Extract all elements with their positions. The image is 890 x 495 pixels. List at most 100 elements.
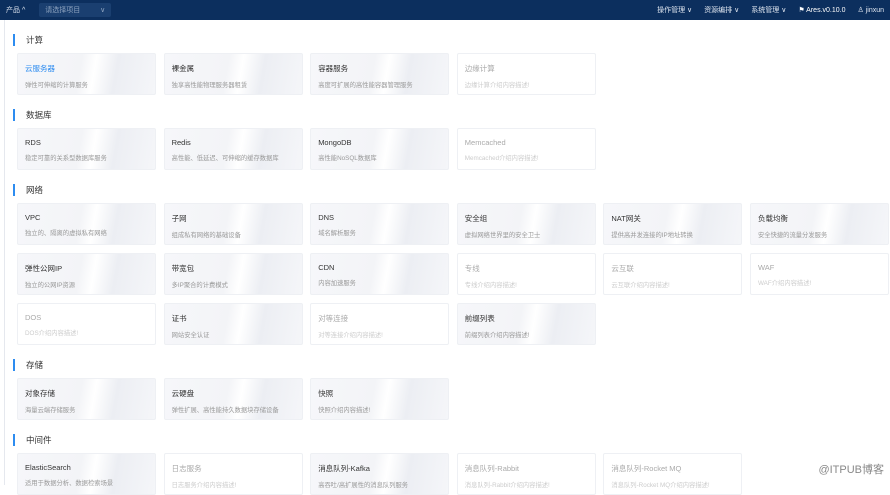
- product-card[interactable]: 证书 网站安全认证: [163, 303, 303, 345]
- card-title: 对等连接: [318, 314, 349, 323]
- product-card[interactable]: 对象存储海量云端存储服务: [17, 378, 156, 420]
- card-description: 边缘计算介绍内容描述!: [464, 82, 530, 89]
- card-description: 前缀列表介绍内容描述!: [464, 332, 530, 339]
- card-description: 多IP聚合的计费模式: [171, 282, 228, 289]
- user-menu[interactable]: ♙ jinxun: [857, 6, 884, 14]
- product-card[interactable]: DNS 域名解析服务: [310, 203, 450, 245]
- product-card[interactable]: NAT网关提供高并发连接的IP地址转换: [603, 203, 743, 245]
- card-title: 云服务器: [25, 64, 55, 73]
- product-card[interactable]: CDN 内容加速服务: [310, 253, 450, 295]
- product-card: DOS DOS介绍内容描述!: [17, 303, 156, 345]
- card-description: 海量云端存储服务: [25, 407, 76, 414]
- product-card[interactable]: 弹性公网IP 独立的公网IP资源: [17, 253, 156, 295]
- card-title: RDS: [25, 138, 41, 147]
- product-card[interactable]: 消息队列-Kafka 高吞吐/高扩展性的消息队列服务: [310, 453, 450, 495]
- menu-resource-orchestration[interactable]: 资源编排 ∨: [704, 5, 739, 15]
- card-title: Memcached: [464, 138, 506, 147]
- product-card[interactable]: 负载均衡安全快捷的流量分发服务: [749, 203, 889, 245]
- card-grid: RDS 稳定可靠的关系型数据库服务 Redis 高性能、低延迟、可伸缩的缓存数据库 Mo…: [17, 128, 890, 170]
- product-card: 云互联 云互联介绍内容描述!: [603, 253, 743, 295]
- card-grid: 云服务器 弹性可伸缩的计算服务 裸金属 独享高性能物理服务器租赁 容器服务 高度可扩展的高…: [17, 53, 890, 95]
- card-title: 云硬盘: [171, 389, 195, 398]
- card-description: 对等连接介绍内容描述!: [318, 332, 383, 339]
- product-card: 消息队列-Rabbit 消息队列-Rabbit介绍内容描述!: [456, 453, 596, 495]
- section-title: 中间件: [13, 433, 890, 447]
- product-card: 对等连接对等连接介绍内容描述!: [310, 303, 450, 345]
- chevron-down-icon: ∨: [100, 7, 106, 14]
- card-description: 稳定可靠的关系型数据库服务: [25, 155, 107, 162]
- card-title: 证书: [171, 314, 187, 323]
- product-card[interactable]: Redis 高性能、低延迟、可伸缩的缓存数据库: [163, 128, 303, 170]
- product-card[interactable]: RDS 稳定可靠的关系型数据库服务: [17, 128, 156, 170]
- product-card[interactable]: VPC 独立的、隔离的虚拟私有网络: [17, 203, 156, 245]
- card-title: 带宽包: [171, 264, 195, 273]
- card-grid: VPC 独立的、隔离的虚拟私有网络 子网 组成私有网络的基础设备 DNS 域名解析服务 安全…: [17, 203, 890, 345]
- project-select[interactable]: 请选择项目 ∨: [39, 3, 112, 17]
- card-title: 弹性公网IP: [25, 264, 63, 273]
- card-grid: ElasticSearch 适用于数据分析、数据检索场景 日志服务 日志服务介绍内容描…: [17, 453, 890, 495]
- product-card[interactable]: 容器服务高度可扩展的高性能容器管理服务: [310, 53, 450, 95]
- card-title: 消息队列-Kafka: [318, 464, 370, 473]
- card-title: Redis: [171, 138, 191, 147]
- menu-operations[interactable]: 操作管理 ∨: [657, 5, 692, 15]
- card-description: 虚拟网络世界里的安全卫士: [464, 232, 541, 239]
- section-title: 计算: [13, 33, 890, 47]
- card-title: WAF: [757, 263, 775, 272]
- card-grid: 对象存储 海量云端存储服务 云硬盘 弹性扩展、高性能持久数据块存储设备 快照 快照介绍内容…: [17, 378, 890, 420]
- product-card[interactable]: 裸金属独享高性能物理服务器租赁: [163, 53, 303, 95]
- card-title: 专线: [464, 264, 480, 273]
- product-card[interactable]: 云服务器 弹性可伸缩的计算服务: [17, 53, 156, 95]
- project-placeholder: 请选择项目: [45, 7, 81, 14]
- card-description: 独享高性能物理服务器租赁: [171, 82, 248, 89]
- menu-system[interactable]: 系统管理 ∨: [751, 5, 786, 15]
- card-description: 弹性扩展、高性能持久数据块存储设备: [171, 407, 279, 414]
- section-title: 网络: [13, 183, 890, 197]
- product-menu[interactable]: 产品 ^: [6, 5, 25, 15]
- card-title: DNS: [318, 213, 335, 222]
- card-description: DOS介绍内容描述!: [25, 330, 79, 337]
- product-card[interactable]: 前缀列表 前缀列表介绍内容描述!: [456, 303, 596, 345]
- product-card[interactable]: ElasticSearch 适用于数据分析、数据检索场景: [17, 453, 156, 495]
- product-card: WAF WAF介绍内容描述!: [749, 253, 889, 295]
- card-title: NAT网关: [611, 214, 641, 223]
- card-title: MongoDB: [318, 138, 352, 147]
- card-title: 容器服务: [318, 64, 349, 73]
- card-title: DOS: [25, 313, 42, 322]
- card-title: 边缘计算: [464, 64, 495, 73]
- card-description: 云互联介绍内容描述!: [611, 282, 670, 289]
- card-title: VPC: [25, 213, 41, 222]
- product-card[interactable]: MongoDB 高性能NoSQL数据库: [310, 128, 450, 170]
- card-title: 子网: [171, 214, 187, 223]
- card-description: 提供高并发连接的IP地址转换: [611, 232, 693, 239]
- top-navbar: 产品 ^ 请选择项目 ∨ 操作管理 ∨ 资源编排 ∨ 系统管理 ∨ ⚑ Ares.…: [0, 0, 890, 20]
- version-label: ⚑ Ares.v0.10.0: [798, 7, 846, 14]
- card-title: 对象存储: [25, 389, 55, 398]
- card-description: 独立的、隔离的虚拟私有网络: [25, 230, 107, 237]
- product-card: Memcached Memcached介绍内容描述!: [456, 128, 596, 170]
- product-card: 专线 专线介绍内容描述!: [456, 253, 596, 295]
- card-description: 安全快捷的流量分发服务: [757, 232, 828, 239]
- card-description: 高度可扩展的高性能容器管理服务: [318, 82, 413, 89]
- card-description: Memcached介绍内容描述!: [464, 155, 539, 162]
- card-title: 裸金属: [171, 64, 195, 73]
- product-catalog: 计算 云服务器 弹性可伸缩的计算服务 裸金属 独享高性能物理服务器租赁 容器服务 高度可扩展…: [4, 20, 890, 495]
- product-card[interactable]: 带宽包多IP聚合的计费模式: [163, 253, 303, 295]
- product-card[interactable]: 云硬盘弹性扩展、高性能持久数据块存储设备: [163, 378, 303, 420]
- product-card[interactable]: 安全组虚拟网络世界里的安全卫士: [456, 203, 596, 245]
- product-card[interactable]: 快照快照介绍内容描述!: [310, 378, 450, 420]
- card-description: 高性能NoSQL数据库: [318, 155, 377, 162]
- section-title: 数据库: [13, 108, 890, 122]
- product-card: 日志服务 日志服务介绍内容描述!: [163, 453, 303, 495]
- card-title: 快照: [318, 389, 334, 398]
- product-card[interactable]: 子网组成私有网络的基础设备: [163, 203, 303, 245]
- watermark: @ITPUB博客: [818, 464, 884, 476]
- card-description: 组成私有网络的基础设备: [171, 232, 241, 239]
- card-title: 负载均衡: [757, 214, 788, 223]
- card-title: 消息队列-Rocket MQ: [611, 464, 682, 473]
- card-title: 安全组: [464, 214, 488, 223]
- card-title: 日志服务: [171, 464, 202, 473]
- card-description: 网站安全认证: [171, 332, 210, 339]
- product-card: 消息队列-Rocket MQ 消息队列-Rocket MQ介绍内容描述!: [603, 453, 743, 495]
- card-description: 快照介绍内容描述!: [318, 407, 371, 414]
- card-description: 适用于数据分析、数据检索场景: [25, 480, 114, 487]
